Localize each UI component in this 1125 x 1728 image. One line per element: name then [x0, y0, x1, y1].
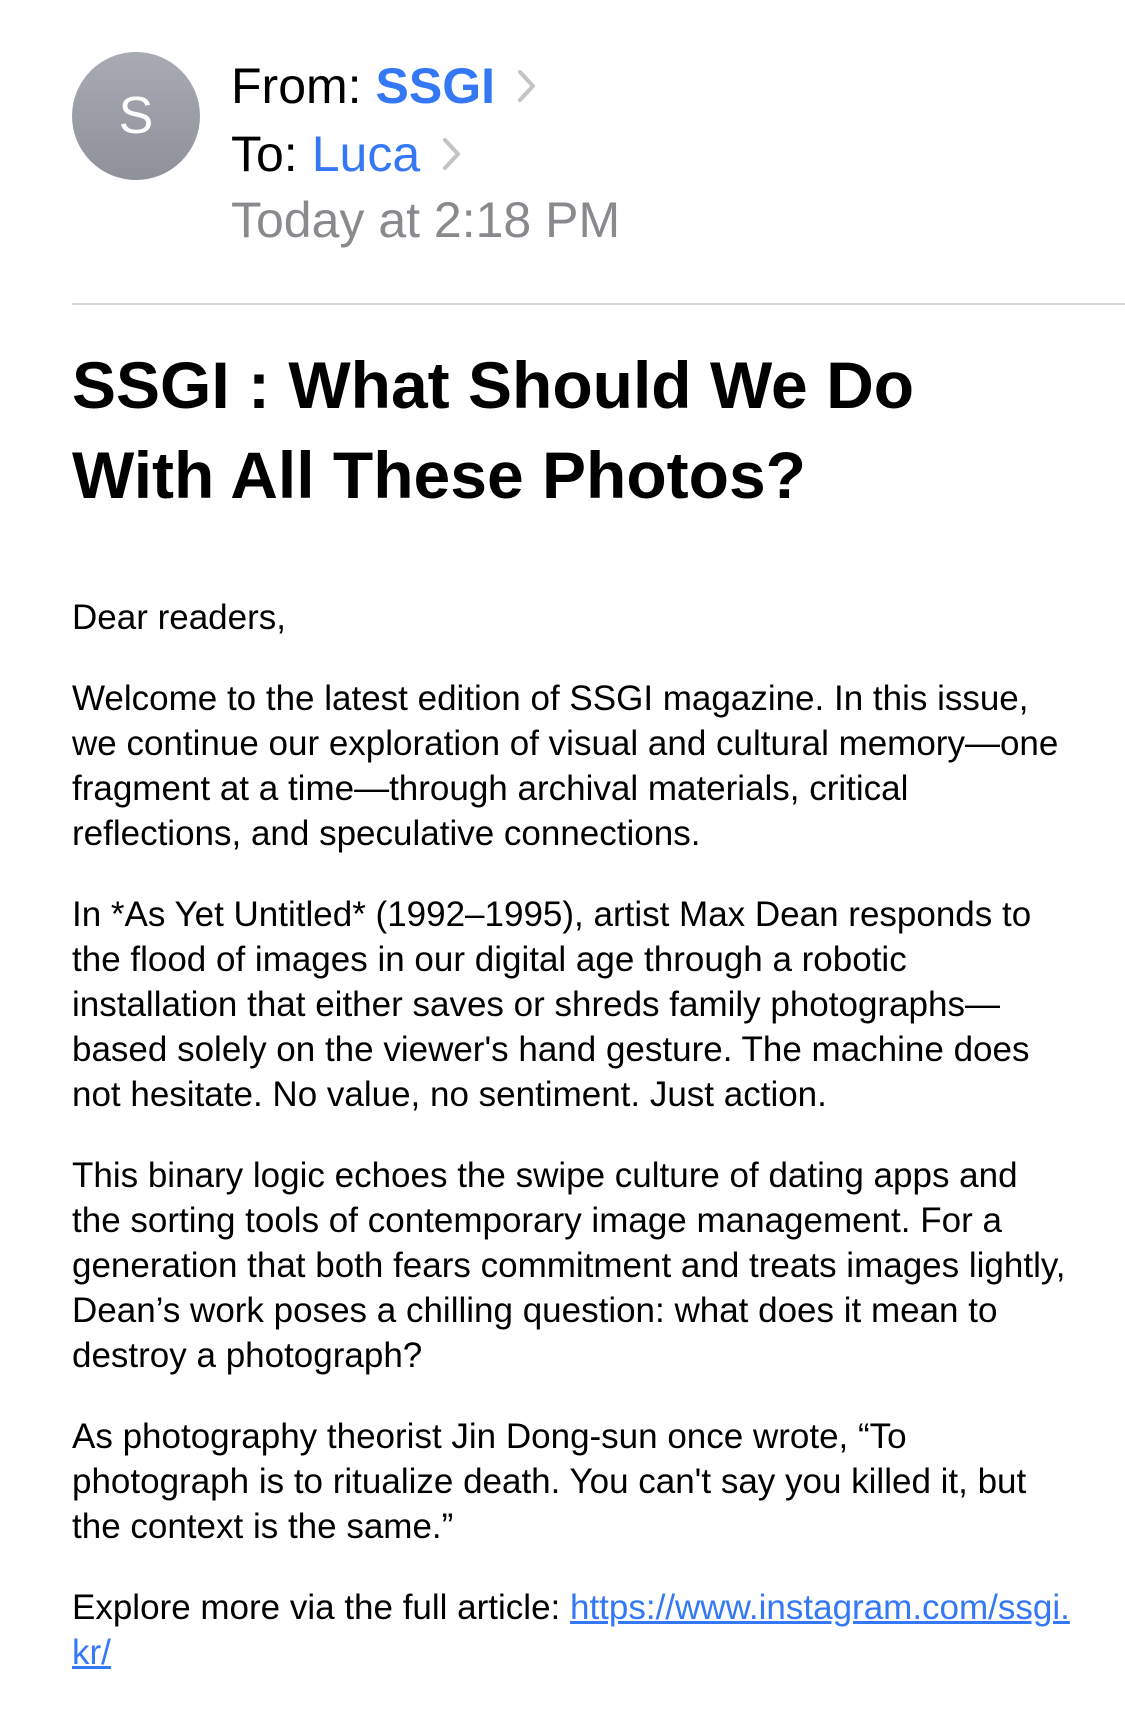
from-line: From: SSGI — [231, 56, 537, 116]
body-paragraph-quote: As photography theorist Jin Dong-sun onc… — [72, 1417, 1027, 1546]
sent-date: Today at 2:18 PM — [231, 192, 621, 248]
explore-text: Explore more via the full article: — [72, 1588, 570, 1627]
body-paragraph-greeting: Dear readers, — [72, 598, 286, 637]
body-paragraph-intro: Welcome to the latest edition of SSGI ma… — [72, 679, 1059, 853]
body-paragraph-explore: Explore more via the full article: https… — [72, 1585, 1072, 1675]
date-line: Today at 2:18 PM — [231, 190, 620, 250]
to-recipient[interactable]: Luca — [312, 124, 420, 184]
from-sender[interactable]: SSGI — [376, 56, 495, 116]
body-paragraph-artwork: In *As Yet Untitled* (1992–1995), artist… — [72, 895, 1032, 1114]
email-body: Dear readers, Welcome to the latest edit… — [72, 595, 1072, 1711]
email-subject: SSGI : What Should We Do With All These … — [72, 348, 915, 512]
body-paragraph-binary-logic: This binary logic echoes the swipe cultu… — [72, 1156, 1066, 1375]
mail-header: S From: SSGI To: Luca Today at 2:18 PM — [0, 0, 1125, 305]
chevron-right-icon[interactable] — [442, 137, 462, 171]
to-line: To: Luca — [231, 124, 462, 184]
chevron-right-icon[interactable] — [517, 69, 537, 103]
header-divider — [72, 303, 1125, 305]
sender-avatar[interactable]: S — [72, 52, 200, 180]
to-label: To: — [231, 126, 298, 182]
from-label: From: — [231, 58, 362, 114]
